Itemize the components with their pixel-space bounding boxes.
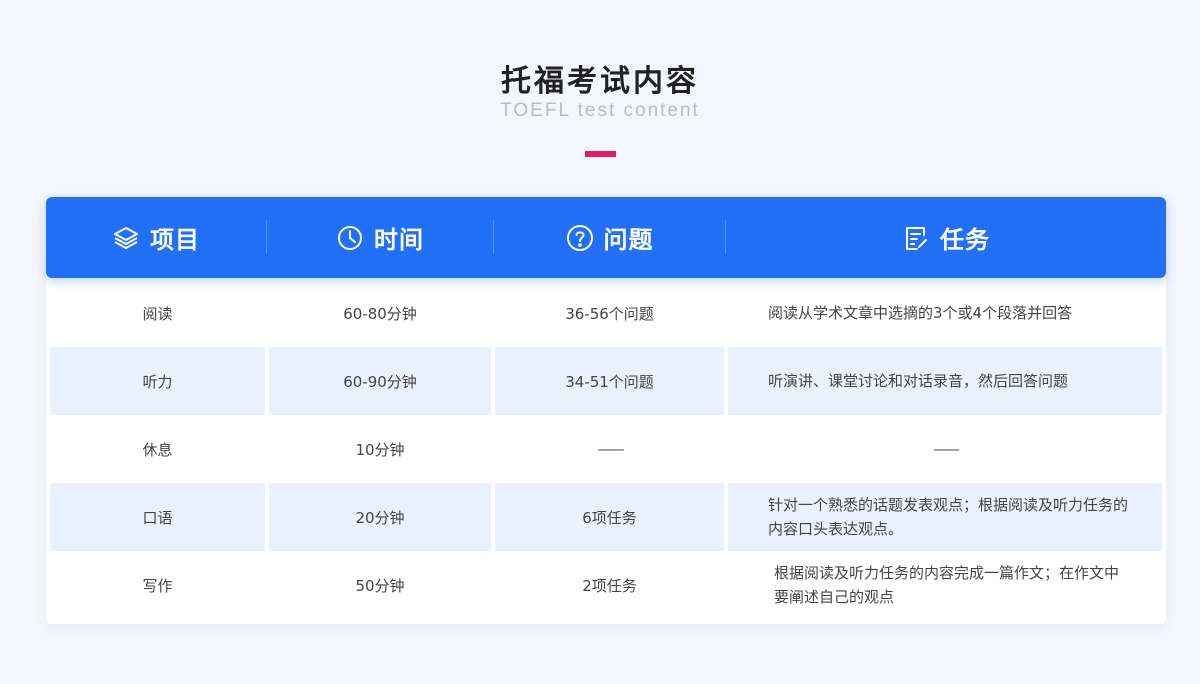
cell-item: 写作 bbox=[142, 576, 173, 595]
header-task: 任务 bbox=[726, 197, 1166, 278]
cell-questions: 34-51个问题 bbox=[495, 347, 724, 415]
table-row: 写作 50分钟 2项任务 根据阅读及听力任务的内容完成一篇作文；在作文中要阐述自… bbox=[50, 551, 1162, 619]
cell-time: 10分钟 bbox=[355, 440, 405, 459]
layers-icon bbox=[114, 226, 138, 249]
cell-item: 阅读 bbox=[142, 304, 173, 323]
cell-questions: —— bbox=[495, 415, 724, 483]
header-questions: 问题 bbox=[494, 197, 725, 278]
dash-placeholder: —— bbox=[597, 440, 625, 458]
cell-item: 口语 bbox=[50, 483, 265, 551]
toefl-content-table: 项目 时间 问题 任务 阅读 60-80分钟 36-56个问题 阅读从学术文章中… bbox=[46, 197, 1166, 624]
cell-time: 20分钟 bbox=[269, 483, 491, 551]
cell-time: 60-80分钟 bbox=[343, 304, 417, 323]
table-row: 阅读 60-80分钟 36-56个问题 阅读从学术文章中选摘的3个或4个段落并回… bbox=[50, 279, 1162, 347]
question-circle-icon bbox=[566, 224, 593, 251]
dash-placeholder: —— bbox=[933, 440, 960, 458]
cell-task: 听演讲、课堂讨论和对话录音，然后回答问题 bbox=[728, 347, 1162, 415]
header-time-label: 时间 bbox=[374, 226, 424, 254]
header-questions-label: 问题 bbox=[603, 226, 654, 254]
page-title: 托福考试内容 bbox=[501, 64, 699, 99]
table-header: 项目 时间 问题 任务 bbox=[46, 197, 1166, 278]
cell-task: —— bbox=[728, 415, 1162, 483]
cell-task: 针对一个熟悉的话题发表观点；根据阅读及听力任务的内容口头表达观点。 bbox=[728, 483, 1162, 551]
header-task-label: 任务 bbox=[940, 226, 990, 254]
cell-item: 休息 bbox=[142, 440, 173, 459]
cell-task: 根据阅读及听力任务的内容完成一篇作文；在作文中要阐述自己的观点 bbox=[774, 564, 1120, 606]
header-item: 项目 bbox=[46, 197, 266, 278]
cell-questions: 36-56个问题 bbox=[565, 304, 654, 323]
table-row: 听力 60-90分钟 34-51个问题 听演讲、课堂讨论和对话录音，然后回答问题 bbox=[50, 347, 1162, 415]
clock-icon bbox=[338, 225, 362, 250]
title-accent-divider bbox=[585, 151, 616, 157]
cell-item: 听力 bbox=[50, 347, 265, 415]
cell-time: 50分钟 bbox=[355, 576, 405, 595]
header-item-label: 项目 bbox=[150, 226, 200, 254]
cell-questions: 6项任务 bbox=[495, 483, 724, 551]
header-time: 时间 bbox=[267, 197, 493, 278]
page-subtitle: TOEFL test content bbox=[500, 100, 700, 121]
cell-time: 60-90分钟 bbox=[269, 347, 491, 415]
table-row: 休息 10分钟 —— —— bbox=[50, 415, 1162, 483]
cell-task: 阅读从学术文章中选摘的3个或4个段落并回答 bbox=[768, 304, 1073, 322]
table-row: 口语 20分钟 6项任务 针对一个熟悉的话题发表观点；根据阅读及听力任务的内容口… bbox=[50, 483, 1162, 551]
task-list-icon bbox=[906, 226, 927, 250]
cell-questions: 2项任务 bbox=[582, 576, 637, 595]
